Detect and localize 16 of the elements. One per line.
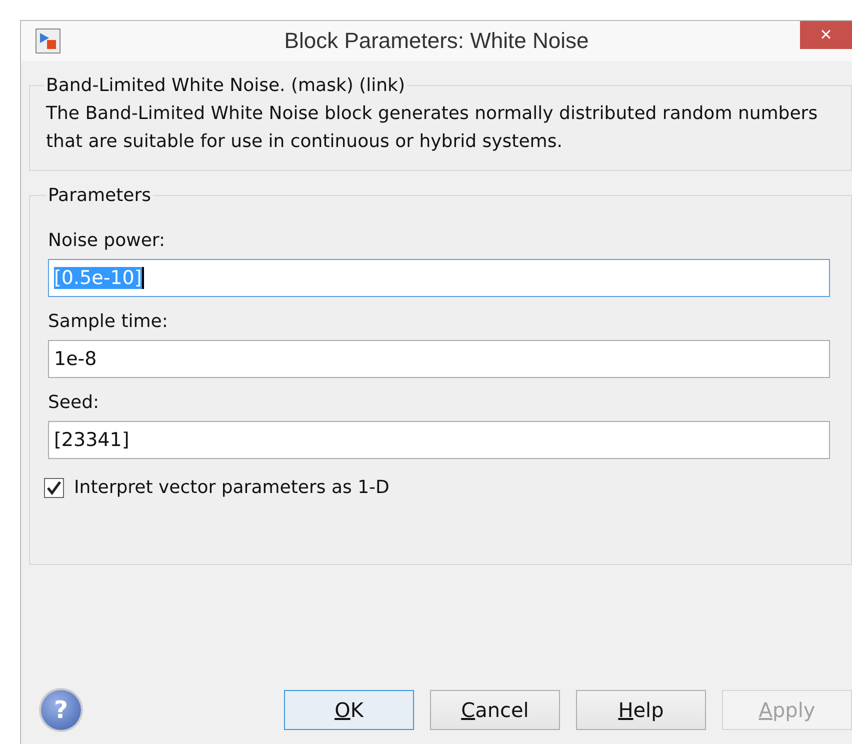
input-field[interactable]: [23341]: [48, 421, 830, 459]
close-button[interactable]: ×: [800, 21, 852, 49]
checkbox-label: Interpret vector parameters as 1-D: [74, 477, 390, 498]
panel-title: Parameters: [47, 185, 152, 206]
field-label: Noise power:: [48, 230, 166, 251]
panel-title: Band-Limited White Noise. (mask) (link): [45, 75, 406, 96]
field-label: Seed:: [48, 392, 100, 413]
dialog-button[interactable]: Cancel: [430, 690, 560, 730]
window-title: Block Parameters: White Noise: [283, 28, 590, 54]
field-label: Sample time:: [48, 311, 168, 332]
description-text: The Band-Limited White Noise block generates normally distributed random numbers that are suitable for use in continuous or hybrid systems.: [46, 102, 819, 154]
checkbox[interactable]: [44, 478, 64, 498]
dialog-button[interactable]: OK: [284, 690, 414, 730]
input-field[interactable]: 1e-8: [48, 340, 830, 378]
block-icon: [35, 28, 61, 54]
dialog-button[interactable]: Help: [576, 690, 706, 730]
